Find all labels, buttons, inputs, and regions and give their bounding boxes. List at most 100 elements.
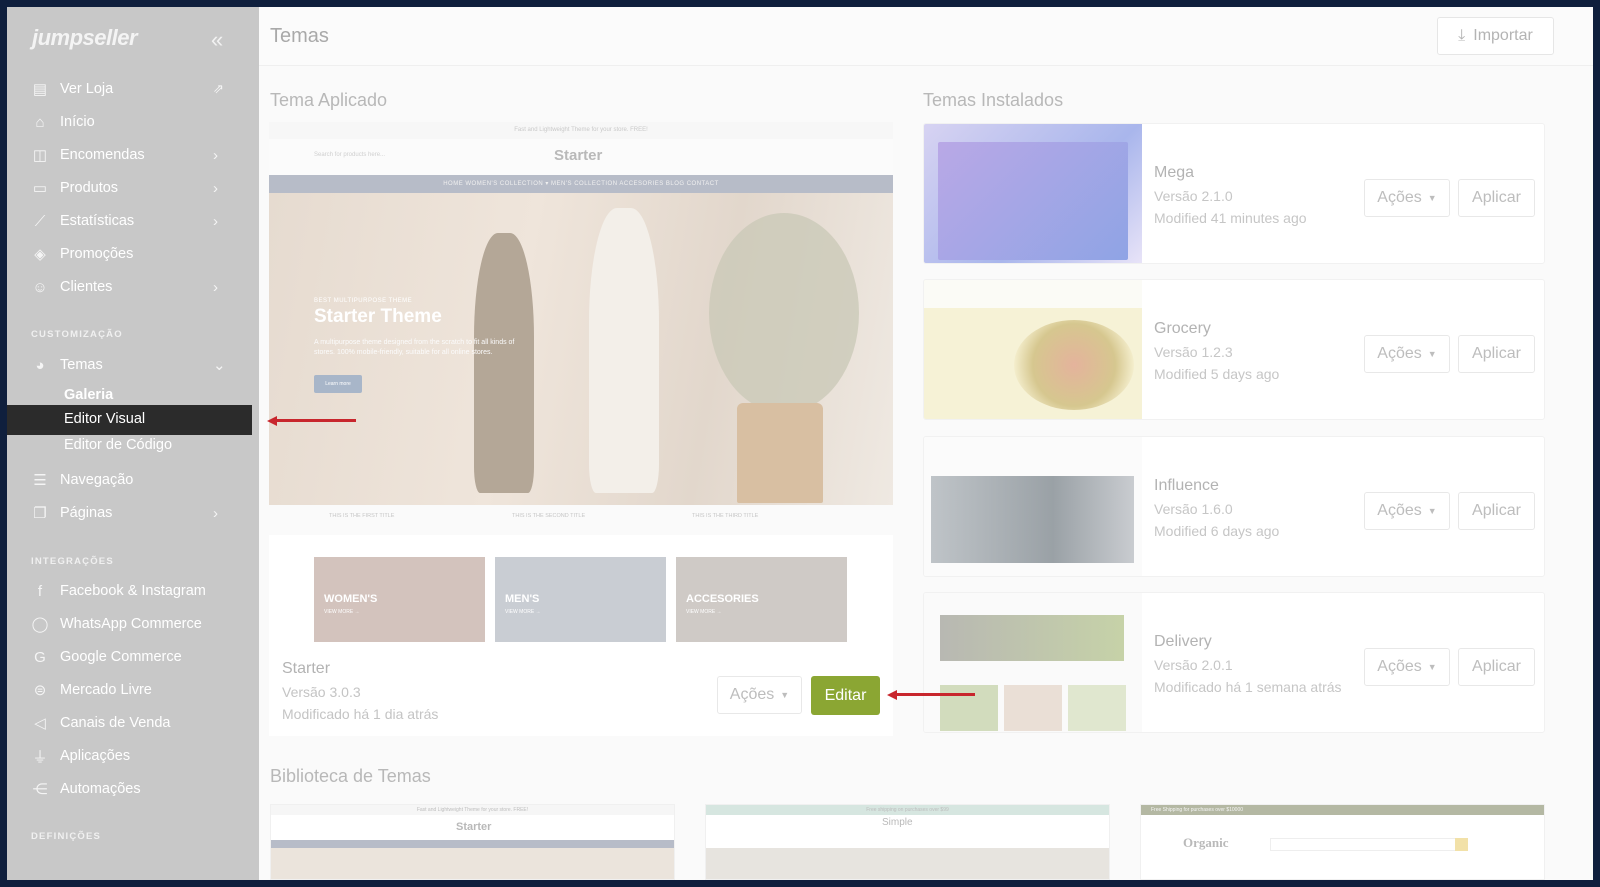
section-settings: DEFINIÇÕES	[31, 831, 102, 842]
library-theme-simple[interactable]: Free shipping on purchases over $99 Simp…	[705, 804, 1110, 880]
sidebar-item-clientes[interactable]: ☺ Clientes ›	[7, 272, 259, 302]
share-icon: ⋲	[32, 781, 48, 798]
sidebar: jumpseller « ▤ Ver Loja ⇗ ⌂ Início ◫ Enc…	[7, 7, 259, 880]
sidebar-item-label: Início	[60, 114, 95, 130]
sidebar-item-navegacao[interactable]: ☰ Navegação	[7, 465, 259, 495]
preview-features: THIS IS THE FIRST TITLE THIS IS THE SECO…	[269, 505, 893, 535]
collapse-sidebar-icon[interactable]: «	[211, 27, 223, 53]
sidebar-item-label: Produtos	[60, 180, 119, 196]
sidebar-item-paginas[interactable]: ❐ Páginas ›	[7, 498, 259, 528]
preview-hero: BEST MULTIPURPOSE THEME Starter Theme A …	[269, 193, 893, 505]
plant-image	[709, 213, 859, 413]
sidebar-item-aplicacoes[interactable]: ⏚ Aplicações	[7, 741, 259, 771]
editar-button[interactable]: Editar	[811, 676, 880, 715]
applied-theme-heading: Tema Aplicado	[270, 90, 388, 110]
plug-icon: ⏚	[32, 748, 48, 766]
library-theme-starter[interactable]: Fast and Lightweight Theme for your stor…	[270, 804, 675, 880]
applied-theme-modified: Modificado há 1 dia atrás	[282, 706, 439, 722]
aplicar-button[interactable]: Aplicar	[1458, 335, 1535, 373]
external-link-icon: ⇗	[213, 81, 224, 96]
section-integrations: INTEGRAÇÕES	[31, 556, 114, 567]
tag-icon: ◈	[34, 246, 46, 263]
chevron-right-icon: ›	[213, 278, 218, 296]
caret-down-icon: ▼	[780, 690, 790, 700]
sidebar-item-label: Páginas	[60, 505, 113, 521]
sidebar-item-estatisticas[interactable]: ⟋ Estatísticas ›	[7, 206, 259, 236]
theme-thumbnail-grocery[interactable]	[924, 280, 1142, 419]
import-button[interactable]: ⤓ Importar	[1437, 17, 1554, 55]
acoes-button[interactable]: Ações ▼	[1364, 335, 1450, 373]
acoes-button[interactable]: Ações ▼	[717, 676, 802, 714]
applied-theme-name: Starter	[282, 660, 331, 677]
theme-thumbnail-mega[interactable]	[924, 124, 1142, 263]
installed-themes-heading: Temas Instalados	[923, 90, 1064, 110]
sidebar-item-facebook[interactable]: f Facebook & Instagram	[7, 576, 259, 606]
sidebar-item-label: Estatísticas	[60, 213, 135, 229]
aplicar-button[interactable]: Aplicar	[1458, 492, 1535, 530]
sidebar-item-label: Navegação	[60, 472, 134, 488]
preview-nav: HOME WOMEN'S COLLECTION ▾ MEN'S COLLECTI…	[269, 175, 893, 193]
acoes-button[interactable]: Ações ▼	[1364, 179, 1450, 217]
applied-theme-preview[interactable]: Fast and Lightweight Theme for your stor…	[269, 122, 893, 644]
sidebar-item-mercado-livre[interactable]: ⊜ Mercado Livre	[7, 675, 259, 705]
theme-version: Versão 1.2.3	[1154, 344, 1233, 360]
megaphone-icon: ◁	[34, 715, 46, 732]
store-icon: ▤	[32, 81, 48, 98]
chevron-right-icon: ›	[213, 212, 218, 230]
chevron-right-icon: ›	[213, 504, 218, 522]
app-frame: jumpseller « ▤ Ver Loja ⇗ ⌂ Início ◫ Enc…	[7, 7, 1593, 880]
sidebar-item-canais[interactable]: ◁ Canais de Venda	[7, 708, 259, 738]
theme-name: Influence	[1154, 477, 1219, 494]
aplicar-button[interactable]: Aplicar	[1458, 648, 1535, 686]
sidebar-item-label: Encomendas	[60, 147, 145, 163]
library-theme-organic[interactable]: Free Shipping for purchases over $10000 …	[1140, 804, 1545, 880]
model-figure-image	[589, 208, 659, 493]
sidebar-subitem-editor-codigo[interactable]: Editor de Código	[7, 431, 252, 459]
sidebar-item-automacoes[interactable]: ⋲ Automações	[7, 774, 259, 804]
theme-version: Versão 2.1.0	[1154, 188, 1233, 204]
installed-theme-card: Influence Versão 1.6.0 Modified 6 days a…	[923, 436, 1545, 577]
aplicar-button[interactable]: Aplicar	[1458, 179, 1535, 217]
sidebar-item-google[interactable]: G Google Commerce	[7, 642, 259, 672]
sidebar-item-encomendas[interactable]: ◫ Encomendas ›	[7, 140, 259, 170]
caret-down-icon: ▼	[1427, 349, 1437, 359]
model-figure-image	[474, 233, 534, 493]
page-title: Temas	[270, 25, 329, 47]
sidebar-item-ver-loja[interactable]: ▤ Ver Loja ⇗	[7, 74, 259, 104]
annotation-arrow-head	[887, 690, 897, 700]
jumpseller-logo[interactable]: jumpseller	[32, 25, 138, 51]
sidebar-item-whatsapp[interactable]: ◯ WhatsApp Commerce	[7, 609, 259, 639]
section-customization: CUSTOMIZAÇÃO	[31, 329, 123, 340]
sidebar-item-label: Facebook & Instagram	[60, 583, 206, 599]
preview-brand: Starter	[554, 147, 603, 164]
preview-header: Search for products here... Starter	[269, 139, 893, 175]
theme-modified: Modified 41 minutes ago	[1154, 210, 1307, 226]
preview-categories: WOMEN'S VIEW MORE → MEN'S VIEW MORE → AC…	[269, 535, 893, 644]
category-men: MEN'S VIEW MORE →	[495, 557, 666, 642]
chevron-right-icon: ›	[213, 146, 218, 164]
theme-modified: Modified 5 days ago	[1154, 366, 1280, 382]
chevron-right-icon: ›	[213, 179, 218, 197]
sidebar-item-temas[interactable]: ◕ Temas ⌄	[7, 350, 259, 380]
sidebar-item-inicio[interactable]: ⌂ Início	[7, 107, 259, 137]
facebook-icon: f	[37, 582, 43, 600]
sidebar-item-label: Canais de Venda	[60, 715, 171, 731]
sidebar-item-label: Temas	[60, 357, 103, 373]
category-women: WOMEN'S VIEW MORE →	[314, 557, 485, 642]
pages-icon: ❐	[33, 505, 47, 522]
preview-search: Search for products here...	[314, 152, 386, 158]
annotation-arrow-line	[897, 693, 975, 696]
theme-thumbnail-influence[interactable]	[924, 437, 1142, 576]
annotation-arrow-head	[267, 416, 277, 426]
theme-version: Versão 1.6.0	[1154, 501, 1233, 517]
theme-name: Grocery	[1154, 320, 1211, 337]
category-accesories: ACCESORIES VIEW MORE →	[676, 557, 847, 642]
acoes-button[interactable]: Ações ▼	[1364, 492, 1450, 530]
sidebar-item-promocoes[interactable]: ◈ Promoções	[7, 239, 259, 269]
acoes-button[interactable]: Ações ▼	[1364, 648, 1450, 686]
sidebar-item-produtos[interactable]: ▭ Produtos ›	[7, 173, 259, 203]
theme-thumbnail-delivery[interactable]	[924, 593, 1142, 732]
preview-cta: Learn more	[314, 375, 362, 393]
theme-name: Delivery	[1154, 633, 1212, 650]
applied-theme-info: Starter Versão 3.0.3 Modificado há 1 dia…	[269, 644, 893, 736]
